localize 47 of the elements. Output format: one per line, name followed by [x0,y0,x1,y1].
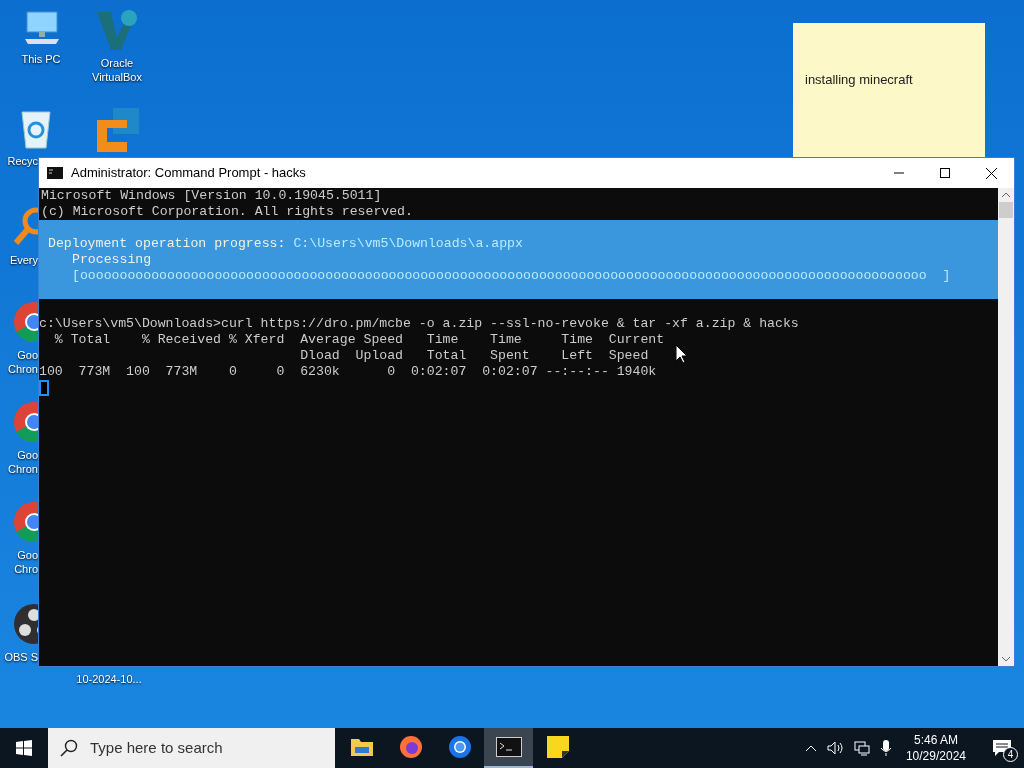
microphone-icon[interactable] [879,739,892,757]
console-line: Dload Upload Total Spent Left Speed [299,348,649,364]
progress-path: C:\Users\vm5\Downloads\a.appx [293,236,523,252]
scrollbar-thumb[interactable] [999,202,1013,218]
search-icon [60,739,78,757]
terminal-icon [495,737,522,757]
speaker-icon[interactable] [826,741,844,755]
desktop-icon-label: Goo [17,448,38,462]
console-line: c:\Users\vm5\Downloads>curl https://dro.pm/mcbe -o a.zip --ssl-no-revoke & tar -xf a.zip & hacks [39,316,799,332]
desktop-icon-label: 10-2024-10... [76,672,142,686]
desktop-icon-label: Goo [17,348,38,362]
console-line: % Total % Received % Xferd Average Speed Time Time Time Current [53,332,665,348]
progress-label: Deployment operation progress: [48,236,286,252]
window-title: Administrator: Command Prompt - hacks [71,164,306,183]
desktop-icon-label: VirtualBox [92,70,142,84]
clock-button[interactable]: 5:46 AM 10/29/2024 [901,732,970,764]
desktop-icon-label: Chro [14,562,38,576]
desktop-icon-label: Oracle [100,56,134,70]
desktop-icon-label: Chron [8,462,38,476]
folder-icon [349,737,374,757]
console-line: Microsoft Windows [Version 10.0.19045.5011] [41,188,383,204]
desktop-icon-label: Goo [17,548,38,562]
search-field[interactable]: Type here to search [90,736,320,760]
taskbar-app-button[interactable] [484,728,533,768]
progress-bar-text: [ooooooooooooooooooooooooooooooooooooooooooooooooooooooooooooooooooooooooooooooooooooooooooooooooooooooooooo ] [71,268,952,284]
progress-status: Processing [71,252,153,268]
maximize-icon [940,168,950,178]
console-line: 100 773M 100 773M 0 0 6230k 0 0:02:07 0:02:07 --:--:-- 1940k [39,364,657,380]
terminal-icon [47,167,63,179]
sticky-note-icon [545,735,570,759]
close-icon [985,167,997,179]
desktop-icon-label: Chron [8,362,38,376]
mouse-pointer-icon [676,345,688,363]
desktop-icon-label: OBS S [4,650,38,664]
network-icon[interactable] [853,740,870,756]
note-text: installing minecraft [805,72,913,87]
scrollbar[interactable] [998,188,1014,666]
chromium-icon [447,735,472,759]
desktop-icon-label: Recyc [7,154,38,168]
taskbar-search-bar[interactable]: Type here to search [48,728,335,768]
console-line: (c) Microsoft Corporation. All rights reserved. [41,204,414,220]
desktop-icon-label: Every [9,253,38,267]
chevron-up-icon[interactable] [804,744,817,752]
windows-logo-icon [16,740,32,756]
notification-count-badge: 4 [1003,747,1018,762]
desktop-icon-label: This PC [21,52,61,66]
firefox-icon [398,735,423,759]
